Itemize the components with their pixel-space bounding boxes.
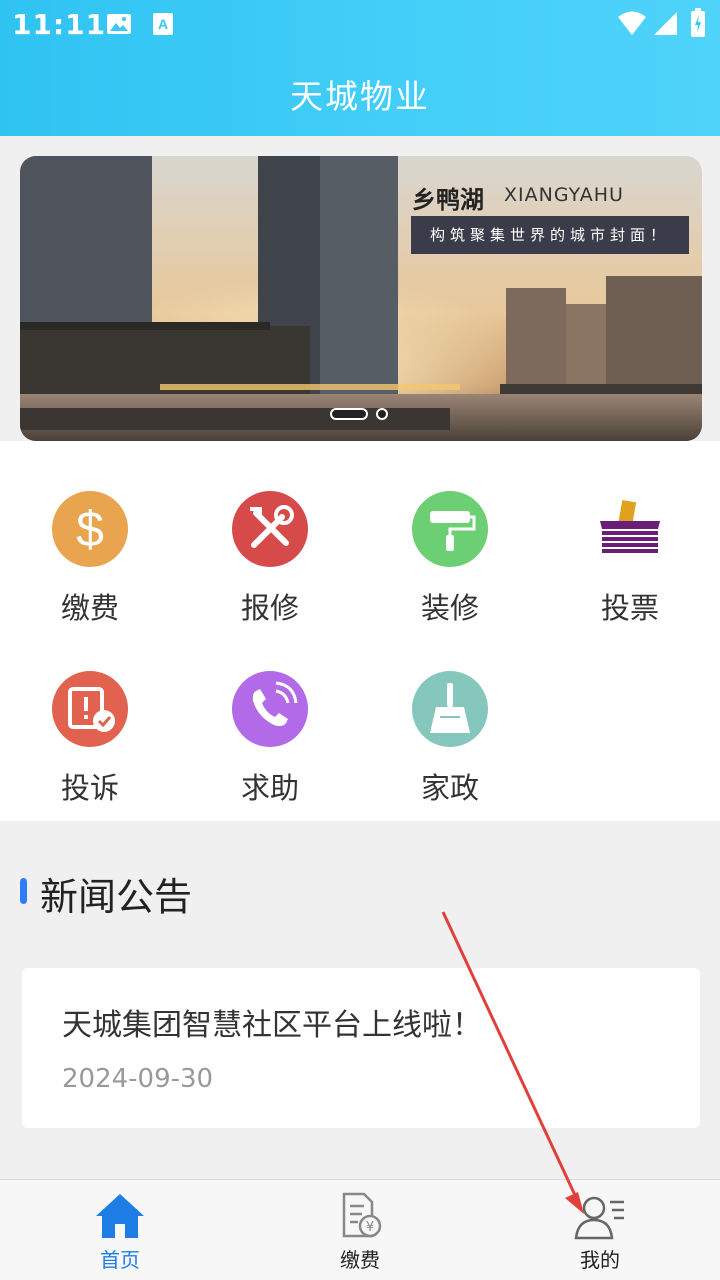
tab-label: 首页 xyxy=(100,1248,140,1272)
svg-text:$: $ xyxy=(76,501,104,557)
banner-carousel[interactable]: 乡鸭湖 XIANGYAHU 构筑聚集世界的城市封面！ xyxy=(20,156,702,441)
news-item-date: 2024-09-30 xyxy=(62,1064,214,1094)
phone-icon xyxy=(232,671,308,747)
tab-home[interactable]: 首页 xyxy=(0,1180,240,1280)
service-grid: $ 缴费 报修 装修 投票 投诉 求助 家政 xyxy=(0,441,720,821)
banner-brand-english: XIANGYAHU xyxy=(504,184,624,206)
ballot-box-icon xyxy=(592,491,668,567)
paint-roller-icon xyxy=(412,491,488,567)
tab-label: 我的 xyxy=(580,1248,620,1272)
complaint-icon xyxy=(52,671,128,747)
bill-icon: ¥ xyxy=(334,1190,386,1242)
service-complaint[interactable]: 投诉 xyxy=(0,621,180,805)
service-payment[interactable]: $ 缴费 xyxy=(0,441,180,625)
service-renovation[interactable]: 装修 xyxy=(360,441,540,625)
carousel-dot-active[interactable] xyxy=(330,408,368,420)
service-help[interactable]: 求助 xyxy=(180,621,360,805)
banner-brand: 乡鸭湖 xyxy=(412,186,484,214)
news-section-title: 新闻公告 xyxy=(40,875,193,919)
service-repair[interactable]: 报修 xyxy=(180,441,360,625)
tab-label: 缴费 xyxy=(340,1248,380,1272)
section-accent-bar xyxy=(20,878,27,904)
service-vote[interactable]: 投票 xyxy=(540,441,720,625)
banner-slogan: 构筑聚集世界的城市封面！ xyxy=(411,216,689,254)
service-housekeeping[interactable]: 家政 xyxy=(360,621,540,805)
signal-icon xyxy=(652,10,678,40)
battery-charging-icon xyxy=(690,8,706,42)
svg-text:¥: ¥ xyxy=(366,1220,374,1235)
bottom-tab-bar: 首页 ¥ 缴费 我的 xyxy=(0,1179,720,1280)
service-label: 投诉 xyxy=(60,771,119,805)
home-icon xyxy=(94,1190,146,1242)
translate-notification-icon: A xyxy=(152,12,174,40)
status-bar: 11:11 A xyxy=(0,0,720,48)
tab-payment[interactable]: ¥ 缴费 xyxy=(240,1180,480,1280)
service-label: 投票 xyxy=(600,591,659,625)
app-header: 11:11 A 天城物业 xyxy=(0,0,720,136)
page-title: 天城物业 xyxy=(290,77,430,116)
broom-icon xyxy=(412,671,488,747)
tab-profile[interactable]: 我的 xyxy=(480,1180,720,1280)
service-label: 家政 xyxy=(420,771,479,805)
wifi-icon xyxy=(617,10,647,40)
svg-text:A: A xyxy=(158,16,168,32)
news-item[interactable]: 天城集团智慧社区平台上线啦！ 2024-09-30 xyxy=(22,968,700,1128)
carousel-dot[interactable] xyxy=(376,408,388,420)
service-label: 求助 xyxy=(240,771,299,805)
dollar-icon: $ xyxy=(52,491,128,567)
tools-icon xyxy=(232,491,308,567)
news-item-title: 天城集团智慧社区平台上线啦！ xyxy=(62,1008,482,1043)
user-icon xyxy=(574,1190,626,1242)
image-notification-icon xyxy=(106,12,132,40)
status-time: 11:11 xyxy=(12,8,107,41)
